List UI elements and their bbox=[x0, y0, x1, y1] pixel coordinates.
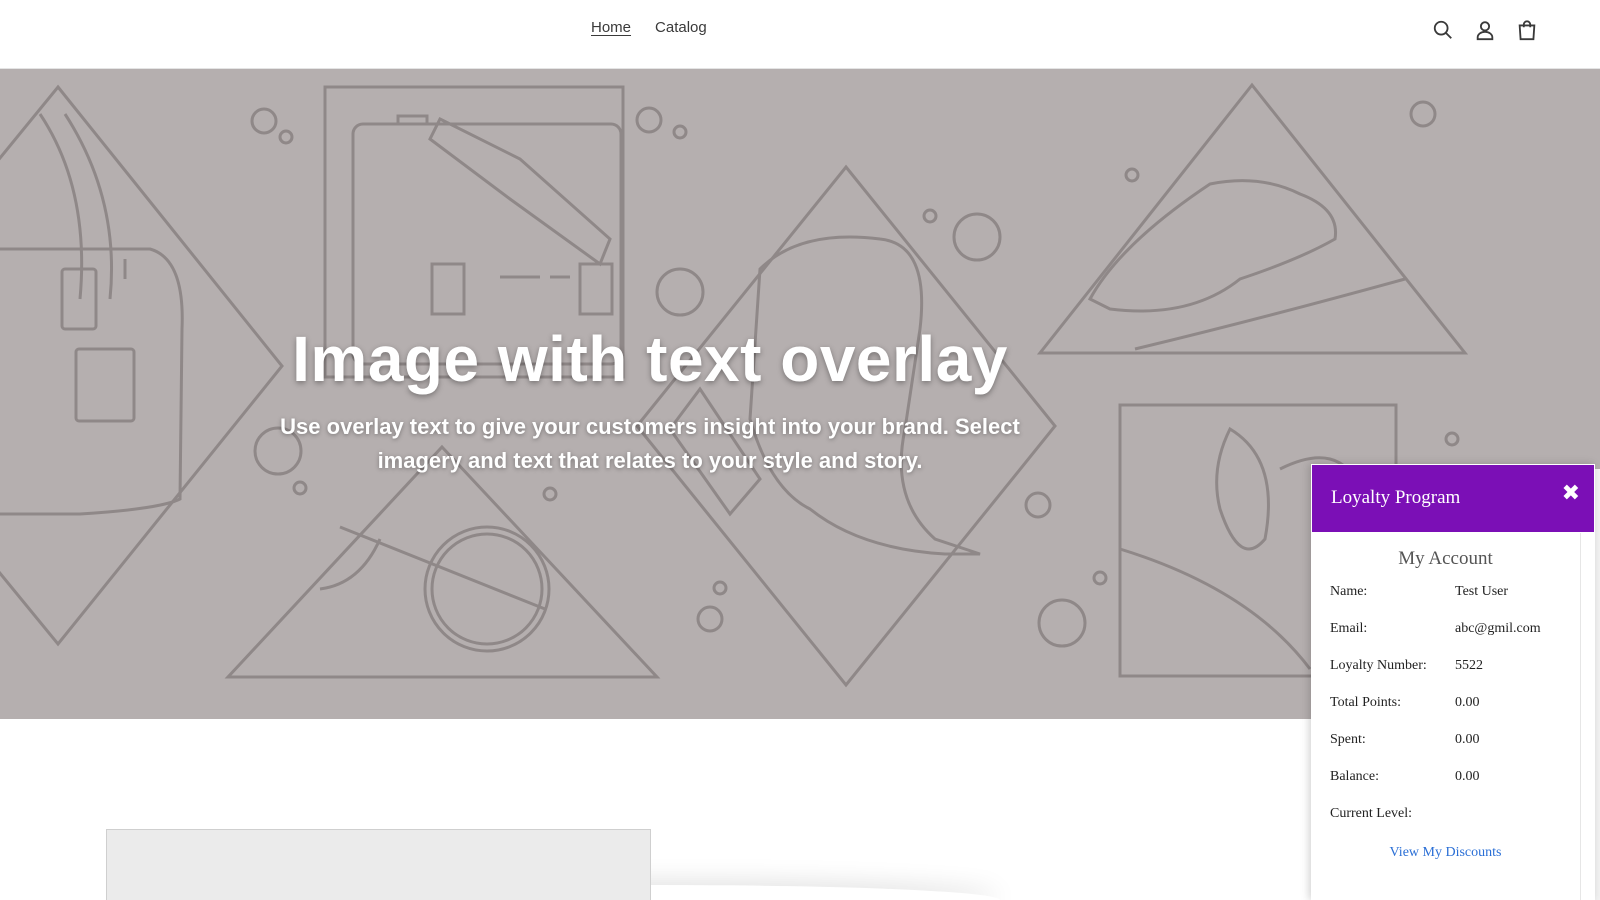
field-label: Current Level: bbox=[1330, 806, 1413, 821]
field-value: Test User bbox=[1455, 584, 1509, 599]
loyalty-title: Loyalty Program bbox=[1331, 487, 1461, 508]
account-details: Name: Test User Email: abc@gmil.com Loya… bbox=[1311, 584, 1580, 843]
field-label: Name: bbox=[1330, 584, 1368, 599]
account-icon[interactable] bbox=[1472, 17, 1498, 43]
field-value: 5522 bbox=[1455, 658, 1483, 673]
main-nav: Home Catalog bbox=[591, 19, 707, 36]
loyalty-header: Loyalty Program ✖ bbox=[1311, 464, 1595, 533]
field-value: 0.00 bbox=[1455, 695, 1480, 710]
hero-title: Image with text overlay bbox=[292, 323, 1008, 395]
loyalty-widget: Loyalty Program ✖ My Account Name: Test … bbox=[1311, 464, 1595, 900]
field-label: Email: bbox=[1330, 621, 1368, 636]
nav-home-link[interactable]: Home bbox=[591, 19, 631, 36]
account-row-name: Name: Test User bbox=[1330, 584, 1580, 621]
field-value bbox=[1455, 806, 1580, 843]
header-icons bbox=[1430, 17, 1540, 43]
account-row-current-level: Current Level: bbox=[1330, 806, 1580, 843]
close-icon[interactable]: ✖ bbox=[1562, 483, 1580, 505]
loyalty-account-panel: My Account Name: Test User Email: abc@gm… bbox=[1311, 533, 1581, 900]
cart-icon[interactable] bbox=[1514, 17, 1540, 43]
account-title: My Account bbox=[1398, 548, 1493, 569]
field-value: abc@gmil.com bbox=[1455, 621, 1541, 636]
search-icon[interactable] bbox=[1430, 17, 1456, 43]
nav-catalog-link[interactable]: Catalog bbox=[655, 19, 707, 36]
field-value: 0.00 bbox=[1455, 732, 1480, 747]
image-placeholder bbox=[106, 829, 651, 900]
field-label: Total Points: bbox=[1330, 695, 1401, 710]
field-label: Spent: bbox=[1330, 732, 1366, 747]
hero-text-block: Image with text overlay Use overlay text… bbox=[250, 324, 1050, 478]
field-label: Loyalty Number: bbox=[1330, 658, 1427, 673]
field-label: Balance: bbox=[1330, 769, 1379, 784]
site-header: Home Catalog bbox=[0, 0, 1600, 69]
hero-subtitle: Use overlay text to give your customers … bbox=[280, 414, 1020, 474]
account-row-spent: Spent: 0.00 bbox=[1330, 732, 1580, 769]
account-row-balance: Balance: 0.00 bbox=[1330, 769, 1580, 806]
account-row-email: Email: abc@gmil.com bbox=[1330, 621, 1580, 658]
field-value: 0.00 bbox=[1455, 769, 1480, 784]
account-row-total-points: Total Points: 0.00 bbox=[1330, 695, 1580, 732]
view-discounts-link[interactable]: View My Discounts bbox=[1311, 845, 1580, 861]
account-row-loyalty-number: Loyalty Number: 5522 bbox=[1330, 658, 1580, 695]
